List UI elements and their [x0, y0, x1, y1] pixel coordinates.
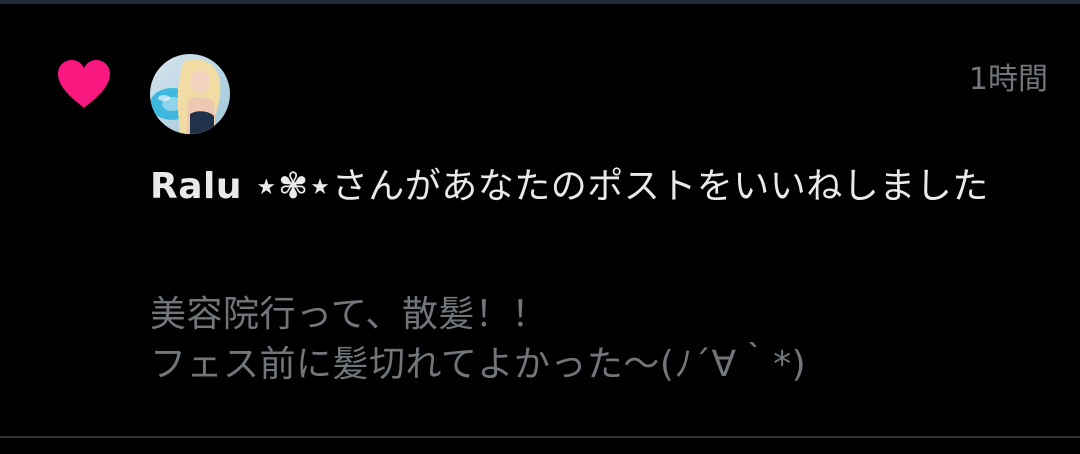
timestamp: 1時間 [968, 62, 1048, 97]
avatar[interactable] [150, 54, 230, 134]
like-notification[interactable]: 1時間 Ralu ⋆✾⋆さんがあなたのポストをいいねしました 美容院行って、散髪… [0, 4, 1080, 436]
post-text-line: フェス前に髪切れてよかった〜(ﾉ´∀｀*) [150, 344, 807, 385]
post-text-line: 美容院行って、散髪！！ [150, 294, 548, 335]
post-preview[interactable]: 美容院行って、散髪！！ フェス前に髪切れてよかった〜(ﾉ´∀｀*) [150, 290, 1040, 390]
user-name[interactable]: Ralu ⋆✾⋆ [150, 166, 332, 207]
bottom-divider [0, 436, 1080, 438]
action-text: さんがあなたのポストをいいねしました [331, 166, 989, 207]
like-message: Ralu ⋆✾⋆さんがあなたのポストをいいねしました [150, 156, 1040, 218]
heart-icon [56, 58, 112, 110]
